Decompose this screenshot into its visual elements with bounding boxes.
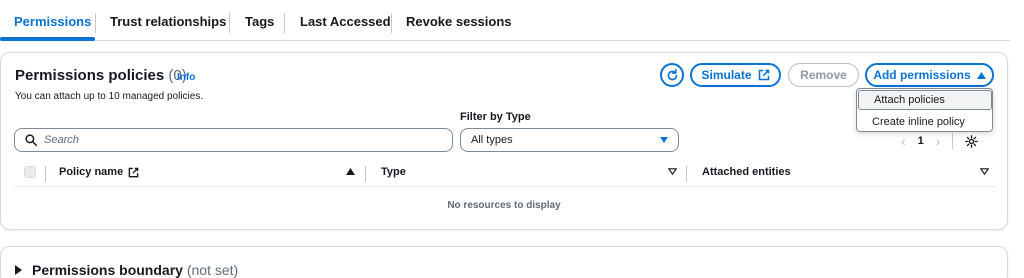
column-header-type[interactable]: Type <box>381 166 406 178</box>
previous-page-icon[interactable]: ‹ <box>901 133 906 149</box>
panel-title: Permissions policies (0) <box>15 67 187 84</box>
caret-down-icon <box>660 137 668 143</box>
search-icon <box>25 134 37 146</box>
settings-gear-icon[interactable] <box>965 134 979 148</box>
tab-trust-relationships[interactable]: Trust relationships <box>110 14 226 29</box>
tab-divider <box>229 13 230 33</box>
current-page[interactable]: 1 <box>918 135 924 147</box>
remove-button[interactable]: Remove <box>788 63 859 87</box>
remove-label: Remove <box>800 68 847 82</box>
column-divider <box>45 166 46 182</box>
caret-up-icon <box>976 71 986 79</box>
tab-revoke-sessions[interactable]: Revoke sessions <box>406 14 512 29</box>
column-header-policy-name[interactable]: Policy name <box>59 166 139 178</box>
simulate-button[interactable]: Simulate <box>690 63 781 87</box>
permissions-policies-panel: Permissions policies (0) Info You can at… <box>0 52 1008 230</box>
search-field[interactable] <box>14 128 453 152</box>
boundary-title: Permissions boundary (not set) <box>32 262 238 278</box>
boundary-status: (not set) <box>186 262 239 278</box>
next-page-icon[interactable]: › <box>936 133 941 149</box>
tab-divider <box>391 13 392 33</box>
refresh-icon <box>667 68 677 80</box>
filter-by-type-label: Filter by Type <box>460 111 531 123</box>
expand-caret-icon <box>15 265 22 275</box>
column-label-type: Type <box>381 166 406 178</box>
panel-title-text: Permissions policies <box>15 67 165 84</box>
add-permissions-menu: Attach policies Create inline policy <box>856 88 993 132</box>
select-all-checkbox[interactable] <box>24 166 36 178</box>
external-link-icon <box>128 167 139 177</box>
permissions-boundary-toggle[interactable]: Permissions boundary (not set) <box>15 262 238 278</box>
refresh-button[interactable] <box>660 63 684 87</box>
sort-caret-down-icon[interactable] <box>980 168 989 175</box>
tab-last-accessed[interactable]: Last Accessed <box>300 14 391 29</box>
info-link[interactable]: Info <box>177 72 195 83</box>
add-permissions-label: Add permissions <box>873 68 971 82</box>
external-link-icon <box>758 69 769 81</box>
add-permissions-button[interactable]: Add permissions <box>865 63 994 87</box>
type-filter-select[interactable]: All types <box>460 128 679 152</box>
boundary-title-text: Permissions boundary <box>32 262 183 278</box>
pagination: ‹ 1 › <box>901 133 979 149</box>
menu-item-create-inline-policy[interactable]: Create inline policy <box>857 112 992 132</box>
column-divider <box>365 166 366 182</box>
active-tab-indicator <box>0 37 95 41</box>
tab-tags[interactable]: Tags <box>245 14 274 29</box>
panel-description: You can attach up to 10 managed policies… <box>15 91 204 102</box>
menu-item-attach-policies[interactable]: Attach policies <box>858 90 992 110</box>
pagination-divider <box>952 133 954 149</box>
type-filter-value: All types <box>471 134 513 146</box>
search-input[interactable] <box>44 134 424 146</box>
tab-bar: Permissions Trust relationships Tags Las… <box>0 0 1010 41</box>
column-label-policy-name: Policy name <box>59 166 124 178</box>
simulate-label: Simulate <box>701 68 752 82</box>
sort-ascending-icon[interactable] <box>346 168 355 175</box>
column-header-attached-entities[interactable]: Attached entities <box>702 166 791 178</box>
permissions-boundary-panel: Permissions boundary (not set) <box>0 246 1008 278</box>
tab-divider <box>284 13 285 33</box>
column-label-attached-entities: Attached entities <box>702 166 791 178</box>
empty-state-message: No resources to display <box>447 200 561 211</box>
tab-permissions[interactable]: Permissions <box>14 14 91 29</box>
policies-table-header: Policy name Type Attached entities <box>14 159 996 187</box>
tab-divider <box>95 13 96 33</box>
sort-caret-down-icon[interactable] <box>668 168 677 175</box>
column-divider <box>686 166 687 182</box>
